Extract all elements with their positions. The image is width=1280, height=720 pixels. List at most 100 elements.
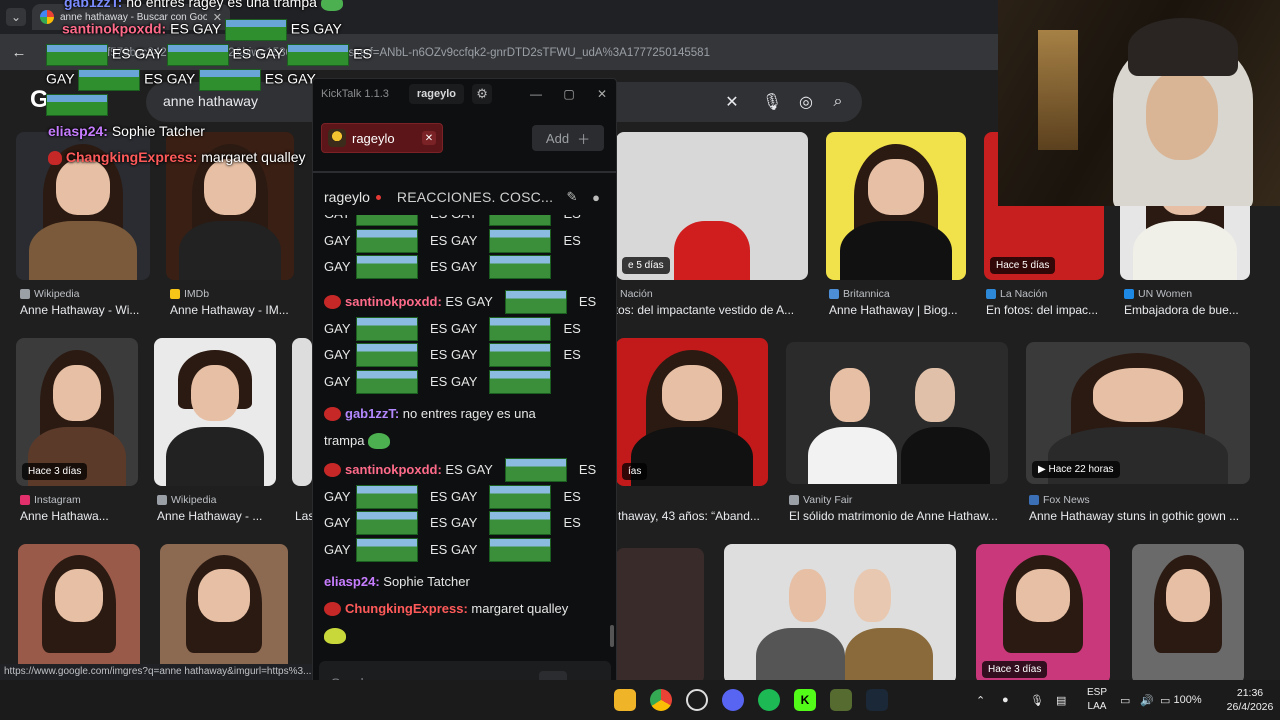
result-source: Wikipedia: [157, 494, 217, 506]
result-source: Nación: [620, 288, 653, 300]
divider: [313, 171, 616, 173]
network-icon[interactable]: ▭: [1120, 680, 1130, 720]
time-badge: Hace 5 días: [990, 257, 1056, 274]
mic-icon[interactable]: 🎙: [762, 92, 782, 112]
tab-list-chevron-icon[interactable]: ⌄: [6, 8, 26, 26]
app-name: KickTalk 1.1.3: [321, 88, 389, 100]
time-badge: e 5 días: [622, 257, 670, 274]
time-badge: Hace 3 días: [22, 463, 88, 480]
close-tab-icon[interactable]: ✕: [422, 131, 436, 145]
result-title[interactable]: Anne Hathaway - Wi...: [20, 303, 160, 317]
plus-icon: ＋: [577, 131, 591, 147]
result-title[interactable]: El sólido matrimonio de Anne Hathaw...: [789, 509, 1005, 523]
discord-icon[interactable]: [722, 689, 744, 711]
overlay-message: eliasp24: Sophie Tatcher: [48, 123, 205, 139]
taskbar: K ⌃ ● 🎙 ▤ ESP LAA ▭ 🔊 ▭ 100% 21:36 26/4/20…: [0, 680, 1280, 720]
result-image[interactable]: [1132, 544, 1244, 684]
add-channel-button[interactable]: Add ＋: [532, 125, 604, 151]
result-image[interactable]: [292, 338, 312, 486]
chat-message: santinokpoxdd: ES GAY ES GAY ES GAY ES GAY E…: [324, 289, 604, 395]
result-image[interactable]: [724, 544, 956, 684]
result-image[interactable]: [826, 132, 966, 280]
tab-label: rageylo: [352, 130, 395, 146]
result-source: Britannica: [829, 288, 890, 300]
google-favicon-icon: [40, 10, 54, 24]
steam-icon[interactable]: [866, 689, 888, 711]
overlay-message: [46, 94, 108, 116]
time-badge: ías: [622, 463, 648, 480]
kicktalk-app-icon[interactable]: [830, 689, 852, 711]
result-title[interactable]: Anne Hathaway stuns in gothic gown ...: [1029, 509, 1249, 523]
language-indicator[interactable]: ESP LAA: [1082, 686, 1112, 714]
minimize-icon[interactable]: —: [527, 85, 545, 103]
result-image[interactable]: [160, 544, 288, 684]
result-source: La Nación: [986, 288, 1047, 300]
obs-icon[interactable]: [686, 689, 708, 711]
result-image[interactable]: [786, 342, 1008, 484]
tray-app-icon[interactable]: ●: [1002, 680, 1009, 720]
chrome-icon[interactable]: [650, 689, 672, 711]
result-image[interactable]: e 5 días: [616, 132, 808, 280]
result-image[interactable]: Hace 3 días: [16, 338, 138, 486]
result-title[interactable]: En fotos: del impac...: [986, 303, 1106, 317]
battery-indicator[interactable]: ▭ 100%: [1160, 680, 1202, 720]
chat-message: santinokpoxdd: ES GAY ES GAY ES GAY ES GAY E…: [324, 457, 604, 563]
battery-icon: ▭: [1160, 694, 1171, 707]
emote-icon: [324, 627, 346, 644]
result-image[interactable]: [18, 544, 140, 684]
result-title[interactable]: otos: del impactante vestido de A...: [608, 303, 808, 317]
result-title[interactable]: Embajadora de bue...: [1124, 303, 1254, 317]
pin-icon[interactable]: ✎: [563, 189, 581, 205]
tab-rageylo[interactable]: rageylo ✕: [321, 123, 443, 153]
result-image[interactable]: [154, 338, 276, 486]
kicktalk-titlebar: KickTalk 1.1.3 rageylo ⚙ — ▢ ✕: [313, 79, 616, 109]
lens-icon[interactable]: ◎: [796, 92, 816, 112]
chat-message: ChungkingExpress: margaret qualley: [324, 596, 604, 649]
scrollbar[interactable]: [610, 625, 614, 647]
search-query[interactable]: anne hathaway: [163, 93, 258, 109]
overlay-message: ChangkingExpress: margaret qualley: [48, 149, 306, 166]
clock[interactable]: 21:36 26/4/2026: [1222, 686, 1278, 714]
result-image[interactable]: ▶ Hace 22 horas: [1026, 342, 1250, 484]
file-explorer-icon[interactable]: [614, 689, 636, 711]
result-title[interactable]: Anne Hathawa...: [20, 509, 140, 523]
user-chip[interactable]: rageylo: [408, 84, 465, 104]
search-icon[interactable]: ⌕: [828, 92, 848, 112]
result-title[interactable]: thaway, 43 años: “Aband...: [618, 509, 768, 523]
stream-title: REACCIONES. COSC...: [396, 189, 554, 205]
tray-device-icon[interactable]: ▤: [1056, 680, 1066, 720]
pepe-emote-icon: [368, 432, 391, 449]
result-source: Instagram: [20, 494, 81, 506]
chat-message: gab1zzT: no entres ragey es una trampa: [324, 406, 536, 449]
overlay-message: GAY ES GAY ES GAY: [46, 69, 316, 91]
maximize-icon[interactable]: ▢: [560, 85, 578, 103]
chat-message: GAYES GAYES GAYES GAYES GAYES GAY: [324, 215, 604, 281]
result-source: IMDb: [170, 288, 209, 300]
mod-badge-icon: [324, 463, 341, 478]
result-source: Fox News: [1029, 494, 1090, 506]
result-source: Wikipedia: [20, 288, 80, 300]
result-title[interactable]: Anne Hathaway - IM...: [170, 303, 300, 317]
result-image[interactable]: ías: [616, 338, 768, 486]
status-link-url: https://www.google.com/imgres?q=anne hat…: [0, 664, 312, 680]
time-badge: ▶ Hace 22 horas: [1032, 461, 1120, 478]
result-title[interactable]: Anne Hathaway - ...: [157, 509, 277, 523]
channel-name: rageylo: [324, 189, 370, 205]
user-icon[interactable]: ●: [587, 190, 605, 205]
result-title[interactable]: Anne Hathaway | Biog...: [829, 303, 969, 317]
overlay-message: santinokpoxdd: ES GAY ES GAY: [62, 19, 342, 41]
clear-icon[interactable]: ✕: [722, 92, 742, 112]
back-arrow-icon[interactable]: ←: [8, 41, 30, 63]
kick-icon[interactable]: K: [794, 689, 816, 711]
chat-messages: GAYES GAYES GAYES GAYES GAYES GAY santin…: [313, 215, 616, 657]
microphone-icon[interactable]: 🎙: [1030, 680, 1044, 720]
tray-chevron-icon[interactable]: ⌃: [976, 680, 985, 720]
result-image[interactable]: [616, 548, 704, 684]
spotify-icon[interactable]: [758, 689, 780, 711]
gear-icon[interactable]: ⚙: [472, 84, 493, 104]
volume-icon[interactable]: 🔊: [1140, 680, 1154, 720]
result-source: UN Women: [1124, 288, 1192, 300]
chat-message: eliasp24: Sophie Tatcher: [324, 574, 470, 589]
result-image[interactable]: Hace 3 días: [976, 544, 1110, 684]
close-icon[interactable]: ✕: [593, 85, 611, 103]
